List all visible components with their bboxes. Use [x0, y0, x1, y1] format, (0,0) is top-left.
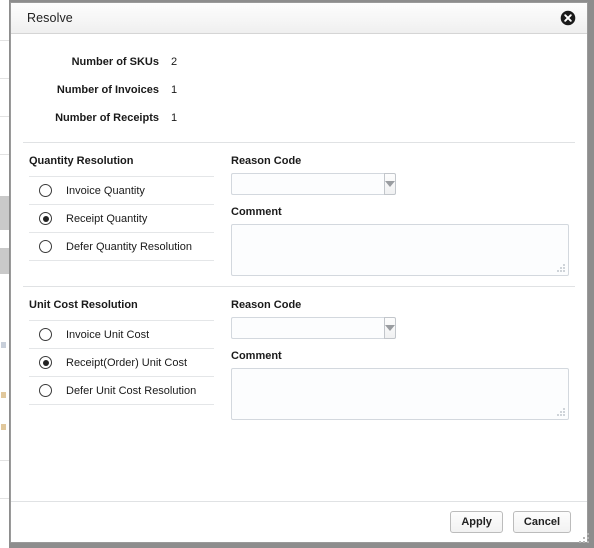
- radio-option-receipt-order-unit-cost[interactable]: Receipt(Order) Unit Cost: [29, 349, 214, 377]
- unit-cost-reason-code-input[interactable]: [231, 317, 384, 339]
- dialog-footer: Apply Cancel: [11, 501, 587, 542]
- cancel-button[interactable]: Cancel: [512, 511, 571, 533]
- radio-option-defer-unit-cost-resolution[interactable]: Defer Unit Cost Resolution: [29, 377, 214, 405]
- radio-option-invoice-unit-cost[interactable]: Invoice Unit Cost: [29, 321, 214, 349]
- summary-block: Number of SKUs 2 Number of Invoices 1 Nu…: [11, 34, 587, 142]
- radio-option-defer-quantity-resolution[interactable]: Defer Quantity Resolution: [29, 233, 214, 261]
- radio-option-receipt-quantity[interactable]: Receipt Quantity: [29, 205, 214, 233]
- quantity-comment-textarea[interactable]: [231, 224, 569, 276]
- comment-label: Comment: [231, 206, 282, 218]
- unit-cost-inputs-column: Reason Code Comment: [221, 299, 587, 420]
- chevron-down-icon: [385, 181, 395, 187]
- quantity-radio-group: Invoice Quantity Receipt Quantity Defer …: [29, 176, 214, 261]
- quantity-reason-code-input[interactable]: [231, 173, 384, 195]
- radio-icon: [39, 384, 52, 397]
- quantity-options-column: Quantity Resolution Invoice Quantity Rec…: [11, 155, 221, 276]
- dialog-title: Resolve: [27, 11, 73, 25]
- unit-cost-options-column: Unit Cost Resolution Invoice Unit Cost R…: [11, 299, 221, 420]
- radio-option-invoice-quantity[interactable]: Invoice Quantity: [29, 177, 214, 205]
- summary-row: Number of Receipts 1: [11, 104, 587, 132]
- radio-label: Receipt(Order) Unit Cost: [66, 356, 188, 369]
- radio-label: Invoice Unit Cost: [66, 328, 150, 341]
- unit-cost-reason-code-dropdown-button[interactable]: [384, 317, 396, 339]
- summary-value: 1: [171, 112, 178, 124]
- comment-label: Comment: [231, 350, 282, 362]
- radio-label: Invoice Quantity: [66, 184, 145, 197]
- window-resize-grip-icon[interactable]: [579, 533, 590, 544]
- radio-icon: [39, 240, 52, 253]
- section-title: Quantity Resolution: [29, 155, 134, 167]
- radio-icon-selected: [39, 212, 52, 225]
- quantity-inputs-column: Reason Code Comment: [221, 155, 587, 276]
- unit-cost-comment-wrap: [231, 368, 569, 420]
- radio-label: Defer Quantity Resolution: [66, 240, 192, 253]
- unit-cost-comment-textarea[interactable]: [231, 368, 569, 420]
- quantity-reason-code-select[interactable]: [231, 173, 396, 195]
- radio-icon: [39, 328, 52, 341]
- summary-row: Number of Invoices 1: [11, 76, 587, 104]
- summary-value: 1: [171, 84, 178, 96]
- radio-icon: [39, 184, 52, 197]
- section-title: Unit Cost Resolution: [29, 299, 138, 311]
- resolve-dialog: Resolve Number of SKUs 2 Number of Invoi…: [10, 2, 588, 543]
- close-icon[interactable]: [560, 10, 576, 26]
- dialog-titlebar[interactable]: Resolve: [11, 3, 587, 34]
- summary-row: Number of SKUs 2: [11, 48, 587, 76]
- unit-cost-resolution-section: Unit Cost Resolution Invoice Unit Cost R…: [11, 287, 587, 430]
- reason-code-label: Reason Code: [231, 155, 302, 167]
- summary-value: 2: [171, 56, 178, 68]
- summary-label: Number of SKUs: [71, 56, 159, 68]
- chevron-down-icon: [385, 325, 395, 331]
- reason-code-label: Reason Code: [231, 299, 302, 311]
- summary-label: Number of Receipts: [55, 112, 159, 124]
- radio-icon-selected: [39, 356, 52, 369]
- apply-button[interactable]: Apply: [450, 511, 503, 533]
- unit-cost-radio-group: Invoice Unit Cost Receipt(Order) Unit Co…: [29, 320, 214, 405]
- unit-cost-reason-code-select[interactable]: [231, 317, 396, 339]
- quantity-reason-code-dropdown-button[interactable]: [384, 173, 396, 195]
- summary-label: Number of Invoices: [56, 84, 159, 96]
- quantity-resolution-section: Quantity Resolution Invoice Quantity Rec…: [11, 143, 587, 286]
- radio-label: Receipt Quantity: [66, 212, 148, 225]
- quantity-comment-wrap: [231, 224, 569, 276]
- radio-label: Defer Unit Cost Resolution: [66, 384, 197, 397]
- dialog-body: Number of SKUs 2 Number of Invoices 1 Nu…: [11, 34, 587, 501]
- background-page: [0, 0, 9, 548]
